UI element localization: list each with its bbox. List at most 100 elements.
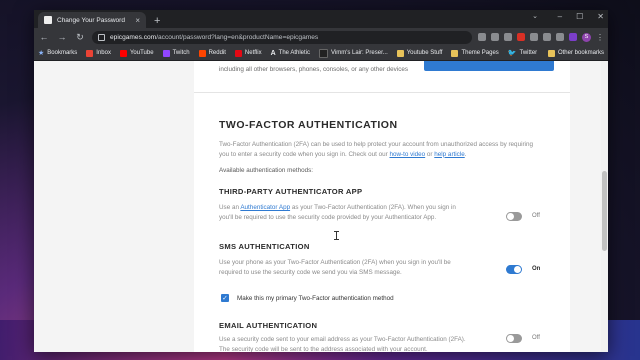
other-bookmarks-label: Other bookmarks — [557, 50, 604, 56]
bookmark-item[interactable]: Twitch — [162, 49, 190, 57]
twitter-icon: 🐦 — [507, 50, 517, 57]
toggle-knob — [507, 335, 514, 342]
other-bookmarks[interactable]: Other bookmarks — [547, 49, 604, 57]
minimize-button[interactable]: – — [558, 12, 562, 21]
address-bar[interactable]: epicgames.com /account/password?lang=en&… — [92, 30, 472, 44]
sms-auth-desc: Use your phone as your Two-Factor Authen… — [219, 259, 451, 276]
sidebar-icon[interactable] — [556, 33, 564, 41]
bookmark-folder[interactable]: Theme Pages — [451, 49, 499, 57]
bookmark-label: Vimm's Lair: Preser... — [331, 50, 388, 56]
folder-icon — [451, 49, 459, 57]
authenticator-app-desc: Use an Authenticator App as your Two-Fac… — [219, 203, 469, 222]
desc-text: Use an — [219, 204, 241, 211]
page-viewport: including all other browsers, phones, co… — [34, 61, 608, 352]
url-path: /account/password?lang=en&productName=ep… — [156, 33, 319, 41]
active-tab[interactable]: Change Your Password × — [38, 12, 146, 28]
url-host: epicgames.com — [110, 33, 157, 41]
extensions-row: S ⋮ — [478, 32, 604, 42]
authenticator-app-link[interactable]: Authenticator App — [240, 204, 290, 211]
bookmark-label: Inbox — [96, 50, 111, 56]
profile-extension-icon[interactable] — [569, 33, 577, 41]
bookmark-label: The Athletic — [278, 50, 311, 56]
netflix-icon — [234, 49, 242, 57]
puzzle-extensions-icon[interactable] — [543, 33, 551, 41]
authenticator-app-toggle-label: Off — [532, 213, 540, 219]
twitch-icon — [162, 49, 170, 57]
adblock-extension-icon[interactable] — [517, 33, 525, 41]
youtube-icon — [119, 49, 127, 57]
gmail-icon — [86, 49, 94, 57]
tab-strip: Change Your Password × + ⌄ – ☐ ✕ — [34, 10, 608, 28]
email-auth-toggle[interactable] — [506, 334, 522, 343]
bookmark-folder[interactable]: Youtube Stuff — [396, 49, 443, 57]
bookmark-label: YouTube — [129, 50, 154, 56]
bookmark-label: Reddit — [208, 50, 226, 56]
bookmark-item[interactable]: ★ Bookmarks — [38, 49, 77, 57]
toggle-knob — [514, 266, 521, 273]
extension-icon[interactable] — [530, 33, 538, 41]
primary-method-checkbox[interactable]: ✓ — [221, 294, 229, 302]
window-controls: – ☐ ✕ — [558, 12, 604, 21]
bookmark-item[interactable]: 🐦 Twitter — [508, 49, 537, 57]
vimm-icon — [319, 48, 329, 58]
email-auth-toggle-label: Off — [532, 335, 540, 341]
bookmark-label: Bookmarks — [47, 50, 78, 56]
tab-close-icon[interactable]: × — [135, 16, 140, 25]
reddit-icon — [198, 49, 206, 57]
text-cursor-icon — [334, 231, 339, 240]
folder-icon — [547, 49, 555, 57]
bookmark-label: Netflix — [244, 50, 262, 56]
epic-favicon-icon — [44, 16, 52, 24]
page-title: TWO-FACTOR AUTHENTICATION — [219, 119, 398, 131]
lock-icon[interactable] — [98, 33, 105, 41]
intro-text: or — [425, 150, 435, 158]
bookmark-star-icon[interactable] — [504, 33, 512, 41]
help-article-link[interactable]: help article — [434, 151, 464, 158]
profile-avatar[interactable]: S — [582, 32, 591, 42]
bookmark-label: Youtube Stuff — [406, 50, 443, 56]
bookmark-label: Twitch — [172, 50, 190, 56]
toggle-knob — [507, 213, 514, 220]
browser-toolbar: ← → ↻ epicgames.com /account/password?la… — [34, 28, 608, 46]
browser-window: Change Your Password × + ⌄ – ☐ ✕ ← → ↻ e… — [34, 10, 608, 352]
tab-title: Change Your Password — [57, 16, 125, 24]
athletic-icon: A — [270, 49, 276, 57]
primary-method-label: Make this my primary Two-Factor authenti… — [237, 295, 394, 302]
close-window-button[interactable]: ✕ — [597, 12, 604, 21]
email-auth-title: EMAIL AUTHENTICATION — [219, 321, 318, 330]
intro-text: Two-Factor Authentication (2FA) can be u… — [219, 141, 533, 158]
scroll-thumb[interactable] — [602, 171, 607, 251]
bookmark-item[interactable]: Inbox — [86, 49, 111, 57]
available-methods-label: Available authentication methods: — [219, 167, 314, 174]
section-divider — [194, 92, 570, 93]
forward-icon[interactable]: → — [56, 32, 68, 42]
intro-text: . — [464, 150, 467, 158]
tab-search-icon[interactable]: ⌄ — [532, 12, 538, 20]
sms-auth-title: SMS AUTHENTICATION — [219, 242, 310, 251]
bookmark-item[interactable]: Reddit — [198, 49, 226, 57]
bookmark-item[interactable]: YouTube — [119, 49, 154, 57]
star-icon: ★ — [38, 50, 45, 57]
bookmark-label: Twitter — [519, 50, 538, 56]
back-icon[interactable]: ← — [38, 32, 50, 42]
bookmark-item[interactable]: A The Athletic — [271, 50, 310, 57]
authenticator-app-toggle[interactable] — [506, 212, 522, 221]
bookmark-label: Theme Pages — [461, 50, 499, 56]
sign-out-everywhere-button[interactable] — [424, 61, 554, 71]
sms-auth-toggle-label: On — [532, 266, 541, 272]
authenticator-app-title: THIRD-PARTY AUTHENTICATOR APP — [219, 187, 363, 196]
sms-auth-toggle[interactable] — [506, 265, 522, 274]
reload-icon[interactable]: ↻ — [74, 32, 86, 43]
bookmark-item[interactable]: Vimm's Lair: Preser... — [319, 48, 388, 58]
menu-dots-icon[interactable]: ⋮ — [596, 33, 604, 42]
share-icon[interactable] — [491, 33, 499, 41]
email-auth-desc: Use a security code sent to your email a… — [219, 336, 466, 352]
google-lens-icon[interactable] — [478, 33, 486, 41]
folder-icon — [396, 49, 404, 57]
bookmark-item[interactable]: Netflix — [234, 49, 262, 57]
maximize-button[interactable]: ☐ — [576, 12, 583, 21]
new-tab-button[interactable]: + — [154, 15, 160, 27]
2fa-intro: Two-Factor Authentication (2FA) can be u… — [219, 140, 539, 159]
how-to-video-link[interactable]: how-to video — [389, 151, 425, 158]
page-scrollbar[interactable] — [601, 61, 608, 352]
